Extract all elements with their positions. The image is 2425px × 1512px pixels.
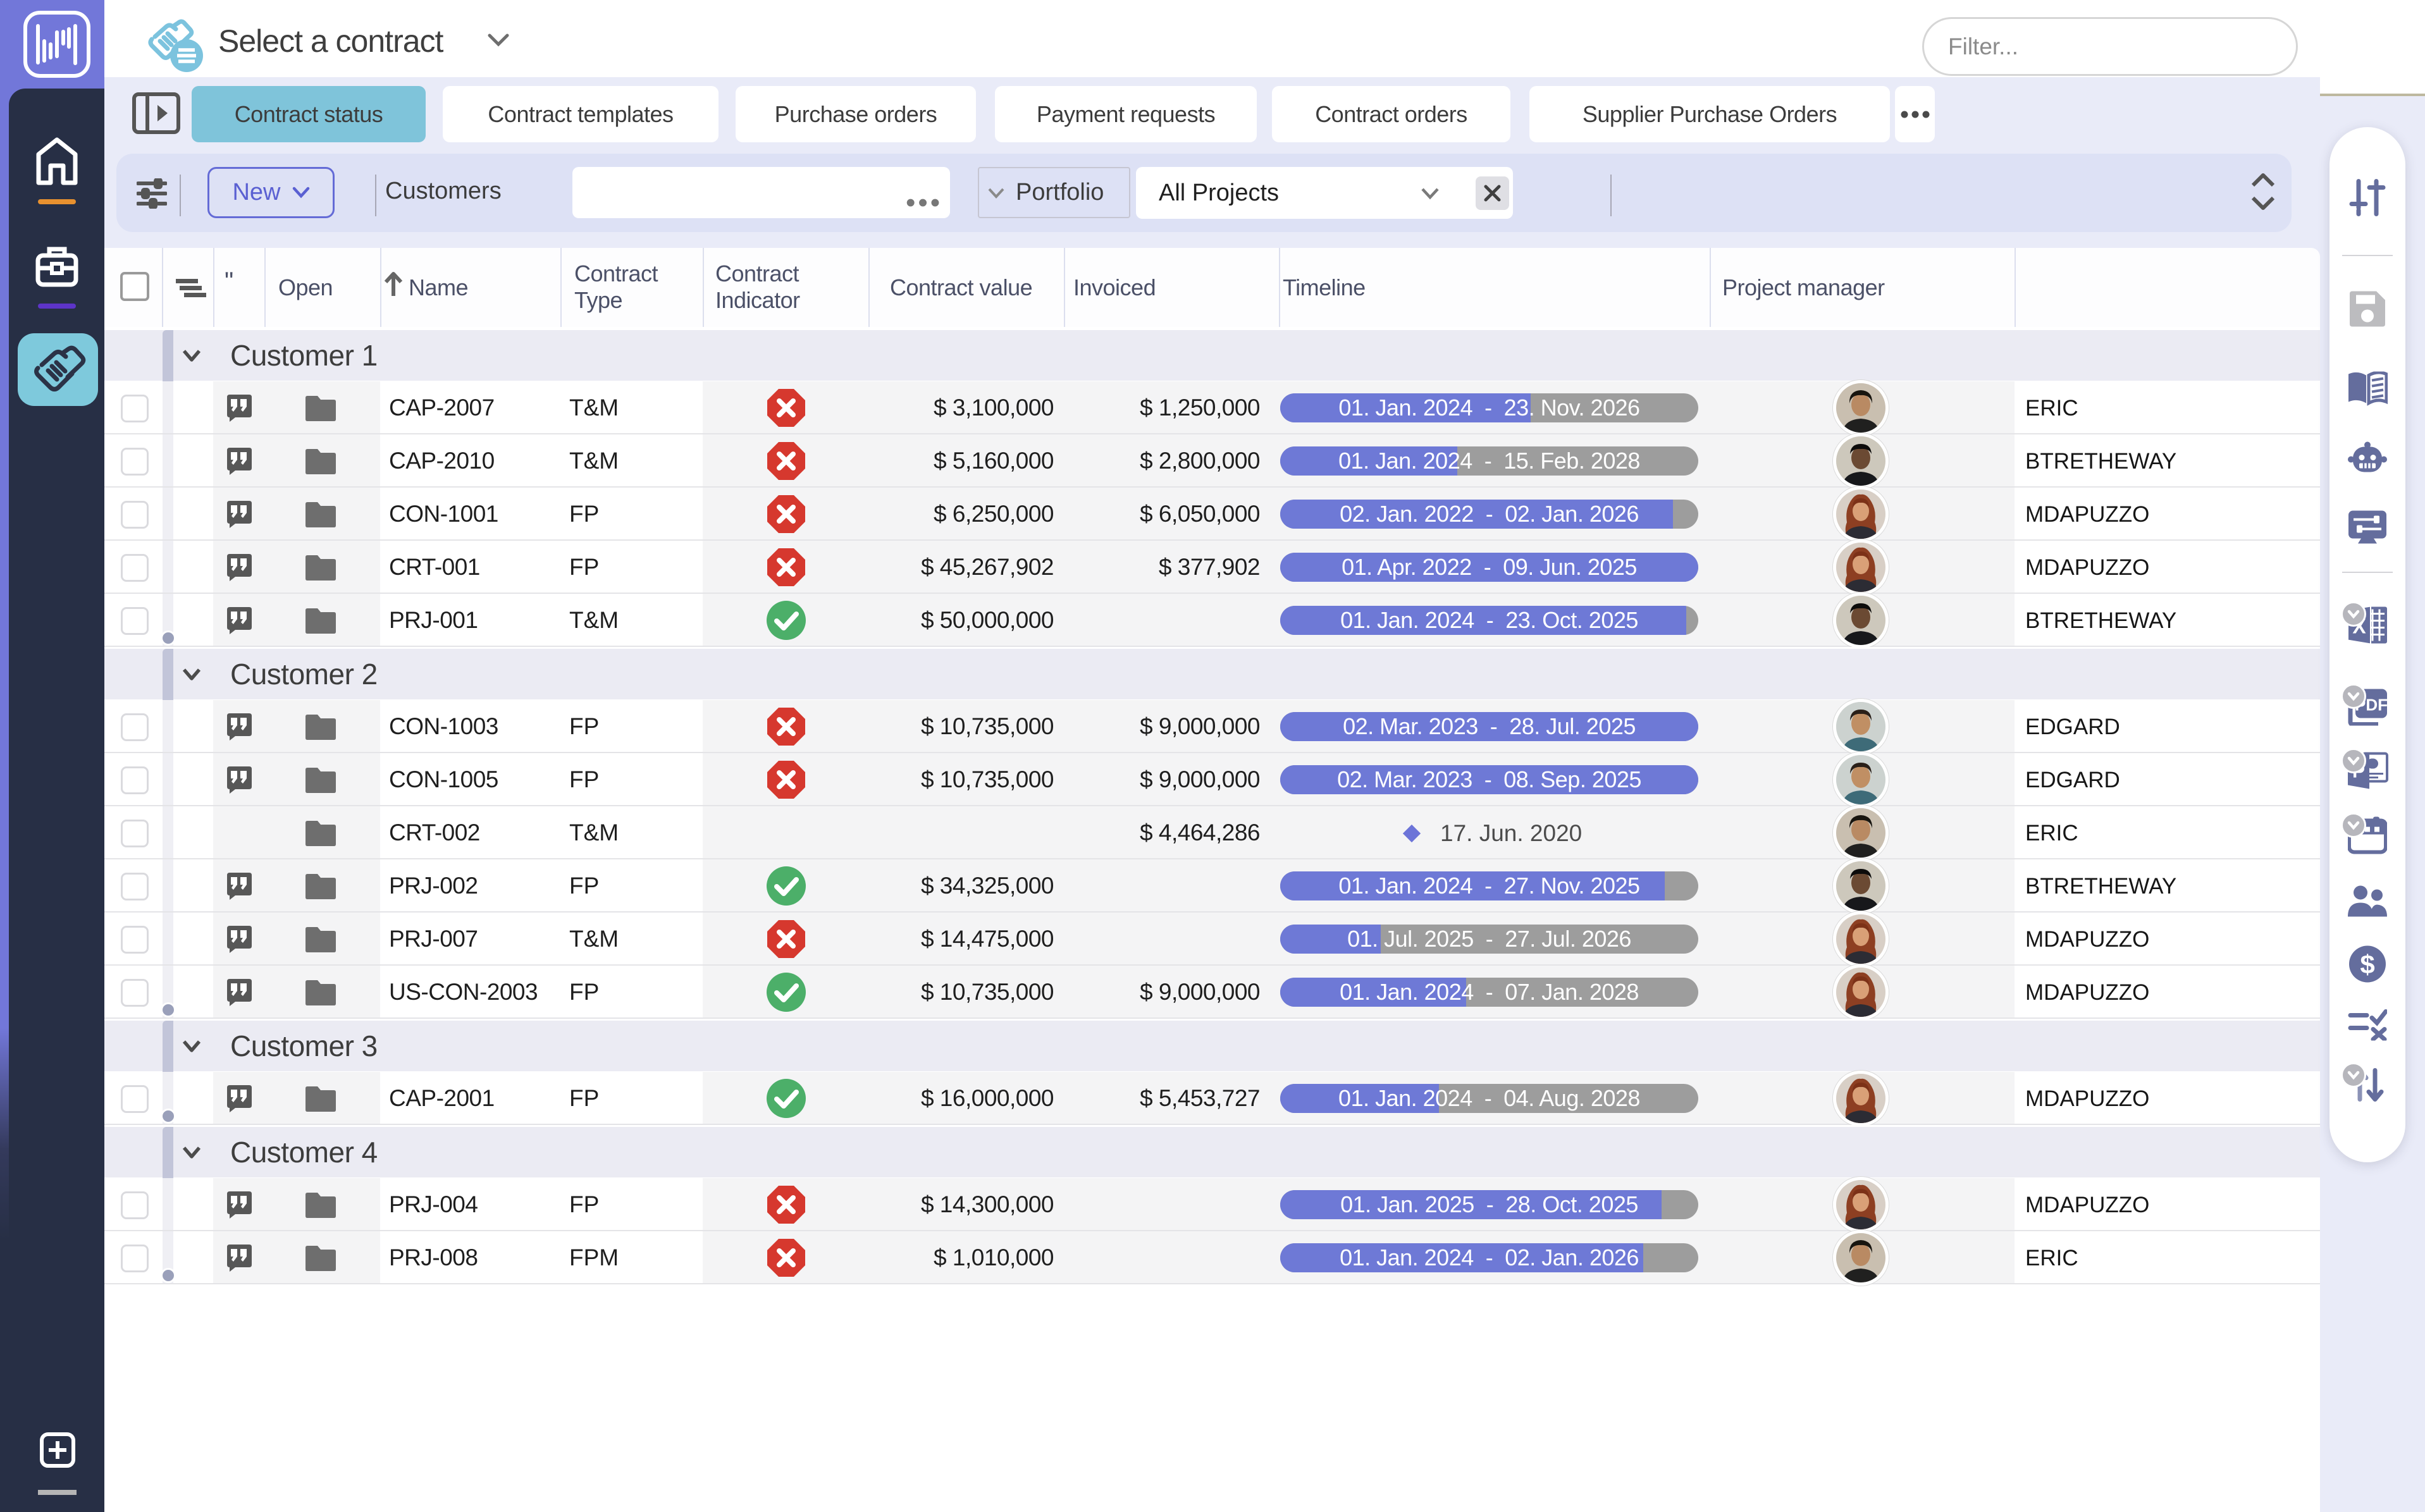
svg-text:$: $: [2360, 950, 2374, 980]
